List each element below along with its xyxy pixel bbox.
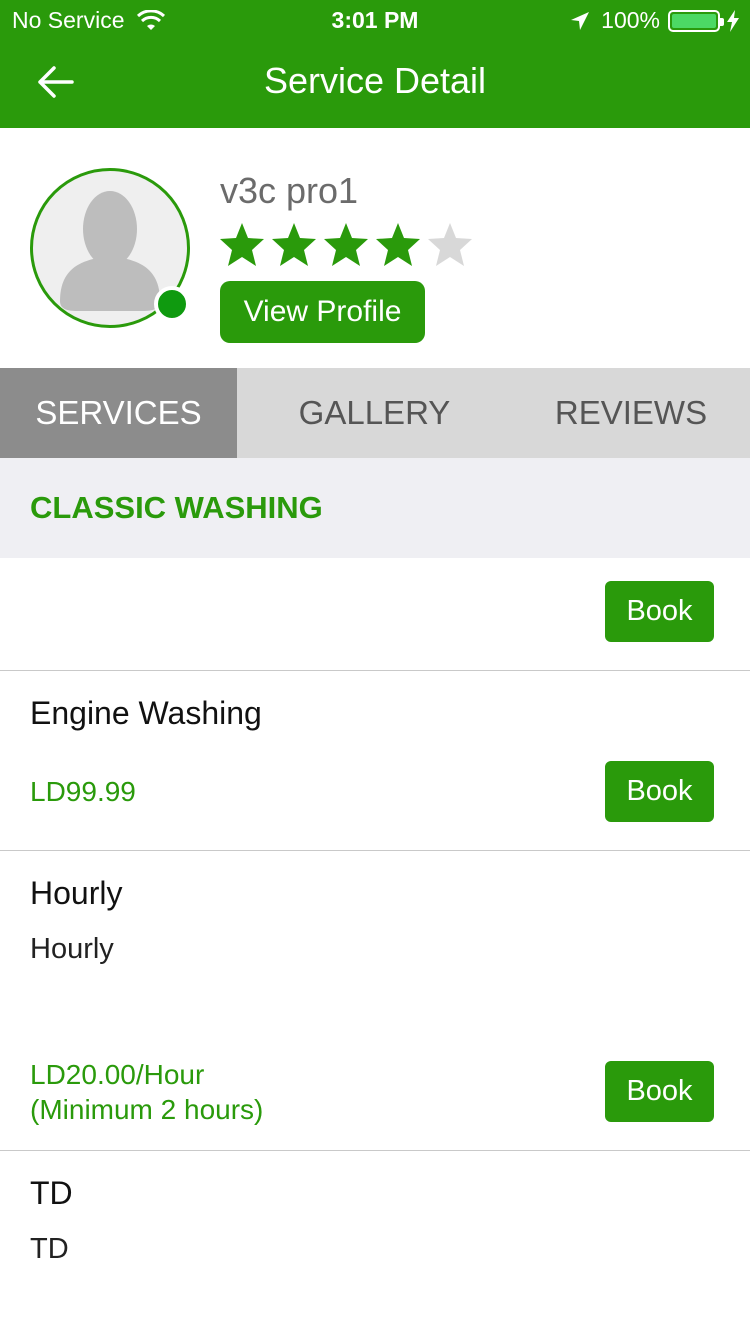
tab-gallery[interactable]: GALLERY xyxy=(237,368,512,458)
service-description: Hourly xyxy=(30,933,114,965)
tab-services[interactable]: SERVICES xyxy=(0,368,237,458)
star-filled-icon xyxy=(220,223,264,266)
service-row: TD TD xyxy=(0,1151,750,1334)
service-title: TD xyxy=(30,1175,73,1211)
status-bar: No Service 3:01 PM 100% xyxy=(0,0,750,40)
tab-reviews[interactable]: REVIEWS xyxy=(512,368,750,458)
charging-bolt-icon xyxy=(727,9,739,32)
service-row: Engine Washing LD99.99 Book xyxy=(0,671,750,851)
book-button[interactable]: Book xyxy=(605,1061,714,1122)
status-right: 100% xyxy=(569,7,740,34)
star-empty-icon xyxy=(428,223,472,266)
service-price: LD20.00/Hour xyxy=(30,1059,205,1090)
star-filled-icon xyxy=(376,223,420,266)
service-title: Engine Washing xyxy=(30,695,262,731)
provider-profile: v3c pro1 View Profile xyxy=(0,128,750,368)
category-header: CLASSIC WASHING xyxy=(0,458,750,558)
rating-stars xyxy=(216,220,476,270)
book-button[interactable]: Book xyxy=(605,761,714,822)
battery-icon xyxy=(668,9,724,32)
detail-tabs: SERVICES GALLERY REVIEWS xyxy=(0,368,750,458)
battery-percent: 100% xyxy=(601,7,660,33)
service-title: Hourly xyxy=(30,875,123,911)
view-profile-button[interactable]: View Profile xyxy=(220,281,425,343)
page-title: Service Detail xyxy=(263,60,487,101)
category-title: CLASSIC WASHING xyxy=(30,490,323,525)
book-button[interactable]: Book xyxy=(605,581,714,642)
app-header: No Service 3:01 PM 100% Service Detail xyxy=(0,0,750,128)
service-price-note: (Minimum 2 hours) xyxy=(30,1094,264,1125)
provider-name: v3c pro1 xyxy=(220,170,359,211)
service-price: LD99.99 xyxy=(30,776,136,807)
star-filled-icon xyxy=(324,223,368,266)
star-filled-icon xyxy=(272,223,316,266)
service-row: Hourly Hourly LD20.00/Hour (Minimum 2 ho… xyxy=(0,851,750,1151)
online-status-dot xyxy=(154,286,190,322)
service-row: Book xyxy=(0,558,750,671)
service-description: TD xyxy=(30,1233,69,1265)
location-arrow-icon xyxy=(571,11,590,30)
